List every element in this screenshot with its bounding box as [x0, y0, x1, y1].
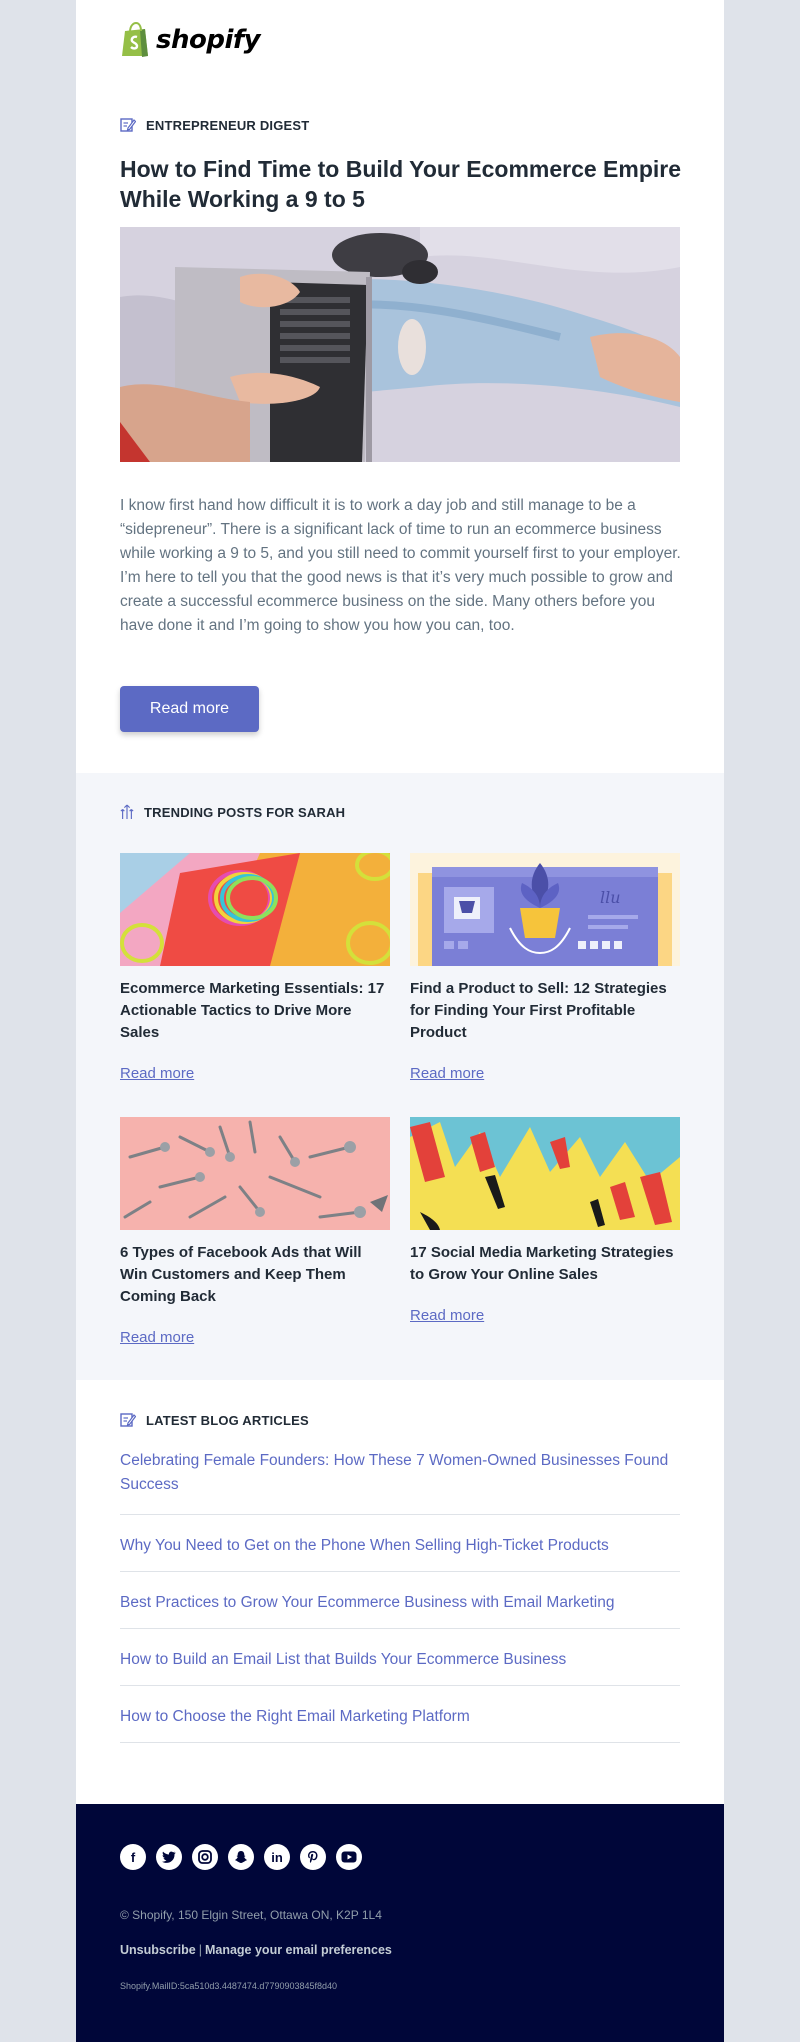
svg-text:llu: llu	[600, 888, 621, 907]
latest-section-label: LATEST BLOG ARTICLES	[146, 1412, 309, 1428]
trending-read-more-link[interactable]: Read more	[120, 1329, 194, 1346]
trending-arrows-icon	[120, 804, 134, 819]
trending-card-title[interactable]: 17 Social Media Marketing Strategies to …	[410, 1242, 680, 1286]
latest-article-link[interactable]: Why You Need to Get on the Phone When Se…	[120, 1515, 680, 1572]
digest-section-label: ENTREPRENEUR DIGEST	[146, 117, 310, 133]
email-container: shopify ENTREPRENEUR DIGEST How to Find …	[76, 0, 724, 2042]
facebook-icon[interactable]: f	[120, 1844, 146, 1870]
latest-articles-list: Celebrating Female Founders: How These 7…	[120, 1449, 680, 1743]
product-plant-illustration: llu	[410, 853, 680, 966]
trending-card: 6 Types of Facebook Ads that Will Win Cu…	[120, 1117, 390, 1346]
painted-wall-illustration	[410, 1117, 680, 1230]
footer-link-separator: |	[198, 1943, 202, 1957]
social-links: f in	[120, 1844, 372, 1870]
unsubscribe-link[interactable]: Unsubscribe	[120, 1943, 196, 1957]
footer: f in © Shopify, 150 Elgin Street, Ottawa…	[76, 1804, 724, 2042]
read-more-button[interactable]: Read more	[120, 686, 259, 732]
latest-article-link[interactable]: How to Build an Email List that Builds Y…	[120, 1629, 680, 1686]
trending-section: TRENDING POSTS FOR SARAH Ecommerce Marke…	[76, 773, 724, 1380]
instagram-icon[interactable]	[192, 1844, 218, 1870]
trending-section-label: TRENDING POSTS FOR SARAH	[144, 804, 346, 820]
trending-card-title[interactable]: 6 Types of Facebook Ads that Will Win Cu…	[120, 1242, 390, 1308]
youtube-icon[interactable]	[336, 1844, 362, 1870]
product-thumbnail[interactable]: llu	[410, 853, 680, 966]
trending-card-title[interactable]: Ecommerce Marketing Essentials: 17 Actio…	[120, 978, 390, 1044]
latest-article-link[interactable]: Celebrating Female Founders: How These 7…	[120, 1449, 680, 1515]
trending-read-more-link[interactable]: Read more	[410, 1307, 484, 1324]
digest-section-header: ENTREPRENEUR DIGEST	[120, 117, 309, 133]
footer-address: © Shopify, 150 Elgin Street, Ottawa ON, …	[120, 1908, 382, 1922]
social-thumbnail[interactable]	[410, 1117, 680, 1230]
manage-preferences-link[interactable]: Manage your email preferences	[205, 1943, 392, 1957]
darts-illustration	[120, 1117, 390, 1230]
footer-links: Unsubscribe | Manage your email preference…	[120, 1943, 392, 1957]
slinky-illustration	[120, 853, 390, 966]
latest-section-header: LATEST BLOG ARTICLES	[120, 1412, 309, 1428]
digest-title[interactable]: How to Find Time to Build Your Ecommerce…	[120, 154, 690, 214]
trending-section-header: TRENDING POSTS FOR SARAH	[120, 803, 345, 821]
darts-thumbnail[interactable]	[120, 1117, 390, 1230]
digest-body: I know first hand how difficult it is to…	[120, 497, 681, 634]
trending-card-title[interactable]: Find a Product to Sell: 12 Strategies fo…	[410, 978, 680, 1044]
shopify-wordmark: shopify	[156, 25, 261, 55]
shopify-logo[interactable]: shopify	[120, 22, 261, 58]
shopify-bag-icon	[122, 22, 148, 57]
edit-note-icon	[120, 118, 136, 132]
trending-read-more-link[interactable]: Read more	[120, 1065, 194, 1082]
linkedin-icon[interactable]: in	[264, 1844, 290, 1870]
twitter-icon[interactable]	[156, 1844, 182, 1870]
trending-card: Ecommerce Marketing Essentials: 17 Actio…	[120, 853, 390, 1082]
latest-article-link[interactable]: Best Practices to Grow Your Ecommerce Bu…	[120, 1572, 680, 1629]
laptop-on-bed-illustration	[120, 227, 680, 462]
trending-read-more-link[interactable]: Read more	[410, 1065, 484, 1082]
trending-card: llu Find a Product to Sell: 12 Strategie…	[410, 853, 680, 1082]
slinky-thumbnail[interactable]	[120, 853, 390, 966]
hero-image[interactable]	[120, 227, 680, 462]
pinterest-icon[interactable]	[300, 1844, 326, 1870]
latest-article-link[interactable]: How to Choose the Right Email Marketing …	[120, 1686, 680, 1743]
snapchat-icon[interactable]	[228, 1844, 254, 1870]
mail-id: Shopify.MailID:5ca510d3.4487474.d7790903…	[120, 1981, 338, 1991]
trending-card: 17 Social Media Marketing Strategies to …	[410, 1117, 680, 1324]
edit-note-icon	[120, 1413, 136, 1427]
